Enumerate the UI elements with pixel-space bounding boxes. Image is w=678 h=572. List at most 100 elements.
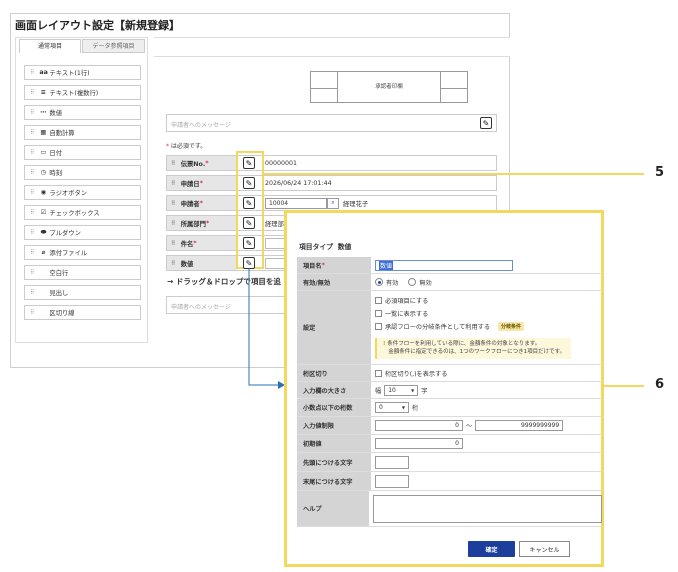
drag-handle-icon[interactable]: ⠿ [30, 209, 35, 216]
separator-check-label: 桁区切り(,)を表示する [385, 370, 448, 378]
item-name-label: 項目名 * [297, 257, 371, 273]
drag-handle-icon[interactable]: ⠿ [30, 269, 35, 276]
form-row-label: ⠿ 所属部門 * [167, 216, 237, 230]
row-item-name: 項目名 * 数値 [297, 257, 602, 274]
palette-item[interactable]: ⠿ ⋯ 数値 [24, 105, 141, 120]
edit-field-button[interactable]: ✎ [243, 177, 255, 189]
enabled-radio[interactable] [375, 278, 383, 286]
separator-label: 桁区切り [297, 365, 371, 381]
callout-line-5 [264, 173, 644, 175]
decimal-select[interactable]: 0 ▼ [375, 402, 409, 413]
decimal-value: 0 [379, 404, 383, 411]
initial-input[interactable]: 0 [375, 438, 463, 449]
drag-handle-icon[interactable]: ⠿ [171, 160, 176, 167]
item-type-icon: ◷ [40, 169, 47, 176]
required-check-label: 必須項目にする [385, 297, 429, 305]
item-type-title: 項目タイプ 数値 [299, 241, 351, 251]
limit-label: 入力値制限 [297, 417, 371, 434]
limit-min-input[interactable]: 0 [375, 420, 463, 431]
callout-line-6 [604, 385, 644, 387]
drag-handle-icon[interactable]: ⠿ [30, 229, 35, 236]
suffix-label: 末尾につける文字 [297, 472, 371, 490]
palette-item[interactable]: ⠿ ⌀ 添付ファイル [24, 245, 141, 260]
drag-handle-icon[interactable]: ⠿ [30, 89, 35, 96]
drag-handle-icon[interactable]: ⠿ [30, 169, 35, 176]
limit-tilde: 〜 [466, 423, 473, 430]
drag-handle-icon[interactable]: ⠿ [30, 129, 35, 136]
branch-condition-checkbox[interactable] [375, 322, 382, 330]
chevron-down-icon: ▼ [401, 405, 405, 410]
drag-handle-icon[interactable]: ⠿ [171, 240, 176, 247]
row-settings: 設定 必須項目にする 一覧に表示する 承認フローの分岐条件として利用する 分岐条… [297, 291, 602, 365]
limit-max-input[interactable]: 9999999999 [475, 420, 564, 431]
confirm-button[interactable]: 確定 [468, 541, 515, 557]
separator-checkbox[interactable] [375, 369, 382, 377]
callout-number-5: 5 [655, 165, 665, 180]
limit-max-value: 9999999999 [521, 422, 560, 429]
initial-label: 初期値 [297, 435, 371, 452]
help-textarea[interactable] [373, 494, 602, 523]
branch-condition-label: 承認フローの分岐条件として利用する [385, 323, 491, 331]
tab-normal-items[interactable]: 通常項目 [19, 39, 81, 53]
branch-note: ! 条件フローを利用している際に、金額条件の対象となります。 金額条件に指定でき… [375, 337, 572, 360]
drag-handle-icon[interactable]: ⠿ [171, 260, 176, 267]
tab-data-reference-items[interactable]: データ参照項目 [82, 39, 145, 53]
palette-item-label: 日付 [49, 150, 62, 157]
form-row: ⠿ 申請者 * 10004 ⌕ 経理花子 [166, 195, 497, 211]
required-note-text: は必須です。 [169, 143, 207, 150]
edit-field-button[interactable]: ✎ [243, 197, 255, 209]
drag-handle-icon[interactable]: ⠿ [30, 69, 35, 76]
palette-item[interactable]: ⠿ ◷ 時刻 [24, 165, 141, 180]
search-icon[interactable]: ⌕ [327, 197, 339, 209]
palette-item[interactable]: ⠿ 空白行 [24, 265, 141, 280]
page-title: 画面レイアウト設定【新規登録】 [15, 19, 180, 32]
palette-item[interactable]: ⠿ ◉ ラジオボタン [24, 185, 141, 200]
required-checkbox[interactable] [375, 296, 382, 304]
drag-handle-icon[interactable]: ⠿ [30, 149, 35, 156]
prefix-label: 先頭につける文字 [297, 453, 371, 471]
cancel-button[interactable]: キャンセル [519, 541, 570, 557]
edit-message-button[interactable]: ✎ [480, 117, 492, 129]
drag-handle-icon[interactable]: ⠿ [30, 309, 35, 316]
form-row-label: ⠿ 申請者 * [167, 196, 237, 210]
palette-item[interactable]: ⠿ aa テキスト(1行) [24, 65, 141, 80]
palette-item[interactable]: ⠿ ▭ 日付 [24, 145, 141, 160]
drag-handle-icon[interactable]: ⠿ [171, 180, 176, 187]
item-type-label: 項目タイプ [299, 243, 333, 251]
drag-handle-icon[interactable]: ⠿ [171, 200, 176, 207]
disabled-radio[interactable] [408, 278, 417, 286]
width-select[interactable]: 10 ▼ [384, 384, 419, 396]
palette-item[interactable]: ⠿ ▦ 自動計算 [24, 125, 141, 140]
edit-field-button[interactable]: ✎ [243, 157, 255, 169]
form-row: ⠿ 伝票No. * 00000001 [166, 155, 497, 171]
prefix-input[interactable] [375, 455, 409, 469]
message-bottom-placeholder: 申請者へのメッセージ [171, 304, 231, 311]
item-name-value: 数値 [379, 260, 394, 270]
enabled-option-label: 有効 [386, 279, 399, 287]
palette-item-label: 見出し [49, 290, 69, 297]
drag-handle-icon[interactable]: ⠿ [30, 289, 35, 296]
row-initial: 初期値 0 [297, 435, 602, 453]
drag-handle-icon[interactable]: ⠿ [30, 249, 35, 256]
palette-item[interactable]: ⠿ ☑ チェックボックス [24, 205, 141, 220]
message-top-field[interactable]: 申請者へのメッセージ [166, 114, 497, 132]
palette-item[interactable]: ⠿ 見出し [24, 285, 141, 300]
palette-item-label: テキスト(複数行) [49, 90, 99, 97]
palette-item[interactable]: ⠿ ≡ テキスト(複数行) [24, 85, 141, 100]
form-row-label: ⠿ 申請日 * [167, 176, 237, 190]
drag-handle-icon[interactable]: ⠿ [30, 189, 35, 196]
drag-handle-icon[interactable]: ⠿ [30, 109, 35, 116]
edit-field-button[interactable]: ✎ [243, 237, 255, 249]
palette-item[interactable]: ⠿ 区切り線 [24, 305, 141, 320]
item-name-input[interactable]: 数値 [375, 259, 513, 271]
palette-item[interactable]: ⠿ ⬬ プルダウン [24, 225, 141, 240]
edit-field-button[interactable]: ✎ [243, 217, 255, 229]
suffix-input[interactable] [375, 474, 409, 488]
form-row-label: ⠿ 伝票No. * [167, 156, 237, 170]
show-in-list-checkbox[interactable] [375, 309, 382, 317]
row-separator: 桁区切り 桁区切り(,)を表示する [297, 365, 602, 382]
item-type-icon: ≡ [40, 89, 47, 96]
item-type-icon: ▦ [40, 129, 47, 136]
applicant-code-input[interactable]: 10004 [265, 197, 327, 209]
drag-handle-icon[interactable]: ⠿ [171, 220, 176, 227]
